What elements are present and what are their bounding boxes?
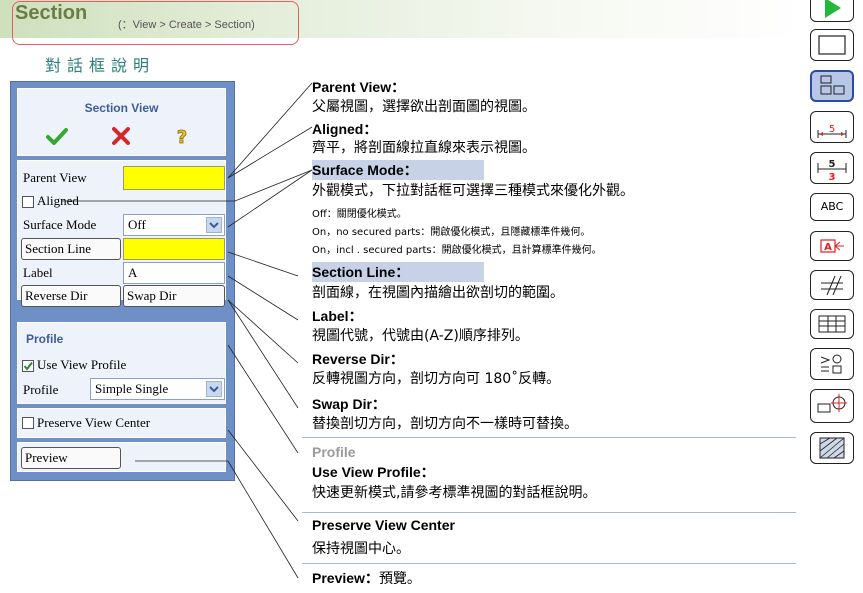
area-fill-button[interactable] (810, 432, 854, 464)
table-icon (818, 315, 846, 333)
geometry-button[interactable] (810, 348, 854, 380)
view-frame-button[interactable] (810, 29, 854, 61)
surface-mode-title: Surface Mode： (312, 160, 484, 180)
section-line-text: 剖面線，在視圖內描繪出欲剖切的範圍。 (312, 285, 564, 301)
preview-title: Preview： (312, 570, 379, 586)
use-view-profile-text: 快速更新模式,請參考標準視圖的對話框說明。 (312, 485, 597, 501)
surface-mode-option-off: Off：關閉優化模式。 (312, 209, 407, 220)
parent-view-text: 父屬視圖，選擇欲出剖面圖的視圖。 (312, 99, 536, 115)
label-text: 視圖代號，代號由(A-Z)順序排列。 (312, 328, 529, 344)
swap-dir-title: Swap Dir： (312, 396, 386, 412)
leader-line (227, 82, 313, 179)
surface-mode-text: 外觀模式，下拉對話框可選擇三種模式來優化外觀。 (312, 183, 634, 199)
multi-view-button[interactable] (810, 70, 854, 102)
divider (302, 563, 796, 564)
parent-view-title: Parent View： (312, 79, 406, 95)
area-fill-icon (819, 437, 845, 459)
reverse-dir-text: 反轉視圖方向，剖切方向可 180˚反轉。 (312, 371, 561, 387)
frame-icon (818, 35, 846, 55)
svg-text:5: 5 (829, 124, 835, 135)
center-mark-button[interactable] (810, 389, 854, 423)
tolerance-dimension-button[interactable]: 5 3 (810, 152, 854, 184)
surface-mode-option-incl-secured: On，incl . secured parts：開啟優化模式，且計算標準件幾何。 (312, 245, 602, 256)
label-title: Label： (312, 308, 363, 324)
multi-view-icon (820, 75, 845, 95)
geometry-icon (820, 354, 842, 374)
divider (302, 437, 796, 438)
center-mark-icon (817, 394, 847, 413)
dimension-button[interactable]: 5 (810, 111, 854, 143)
leader-line (227, 460, 299, 579)
leader-line (62, 169, 313, 202)
play-button[interactable] (810, 0, 854, 22)
swap-dir-text: 替換剖切方向，剖切方向不一樣時可替換。 (312, 416, 578, 432)
symbol-button[interactable] (810, 270, 854, 300)
divider (302, 512, 796, 513)
tolerance-icon: 5 3 (817, 159, 847, 183)
reverse-dir-title: Reverse Dir： (312, 351, 404, 367)
section-line-title: Section Line： (312, 262, 484, 282)
svg-text:3: 3 (829, 172, 836, 183)
table-button[interactable] (810, 309, 854, 339)
leader-line (227, 429, 299, 522)
preview-text: 預覽。 (378, 571, 421, 587)
leader-line (227, 126, 313, 179)
annotation-icon: A (820, 239, 844, 253)
use-view-profile-title: Use View Profile： (312, 464, 435, 480)
abc-label: ABC (820, 200, 844, 213)
aligned-title: Aligned： (312, 121, 378, 137)
surface-mode-option-no-secured: On，no secured parts：開啟優化模式，且隱藏標準件幾何。 (312, 227, 591, 238)
annotation-button[interactable]: A (810, 231, 854, 261)
aligned-text: 齊平，將剖面線拉直線來表示視圖。 (312, 140, 536, 156)
play-icon (825, 0, 841, 18)
profile-title: Profile (312, 444, 356, 460)
dimension-icon: 5 (817, 124, 847, 138)
preserve-view-center-text: 保持視圖中心。 (312, 541, 410, 557)
preserve-view-center-title: Preserve View Center (312, 517, 455, 533)
svg-text:A: A (824, 242, 832, 253)
preview-desc: Preview：預覽。 (312, 568, 421, 588)
leader-line (227, 251, 299, 277)
svg-text:5: 5 (829, 159, 836, 170)
leader-line (227, 275, 299, 321)
leader-line (227, 344, 299, 454)
hatch-symbol-icon (821, 275, 843, 296)
text-button[interactable]: ABC (810, 193, 854, 221)
